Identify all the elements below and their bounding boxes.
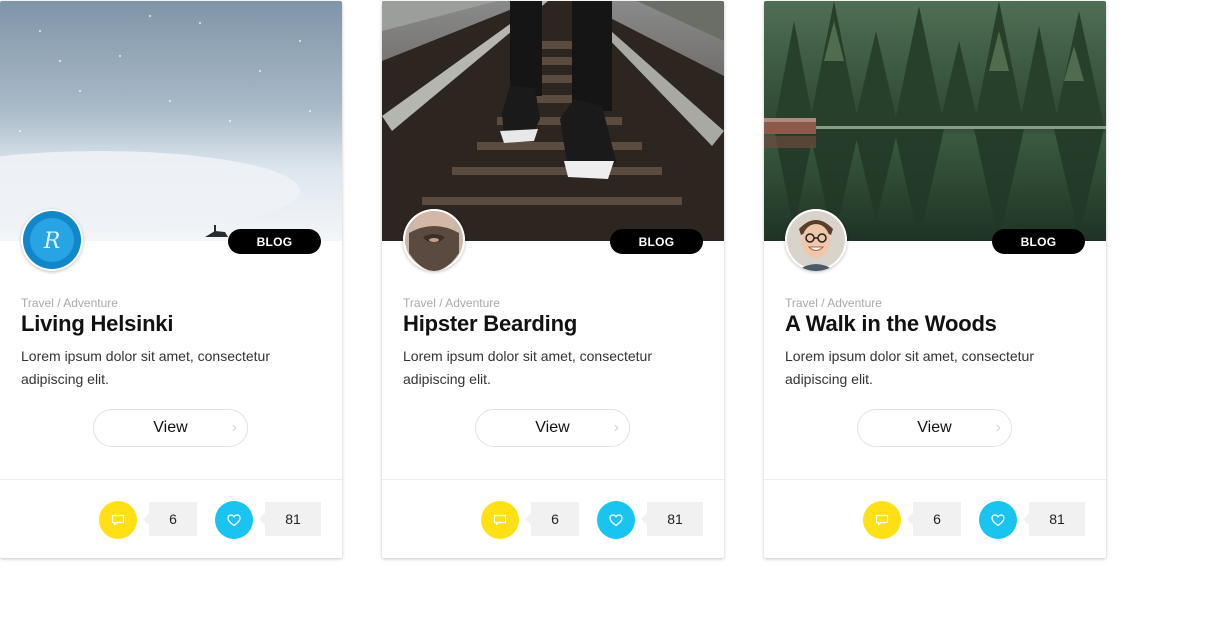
chevron-right-icon: › bbox=[995, 419, 1001, 436]
speech-bubble-icon bbox=[875, 514, 889, 526]
avatar[interactable] bbox=[785, 209, 847, 271]
comment-count: 6 bbox=[525, 502, 579, 536]
card-description: Lorem ipsum dolor sit amet, consectetur … bbox=[21, 348, 270, 387]
card-category[interactable]: Travel / Adventure bbox=[785, 296, 882, 310]
card-description: Lorem ipsum dolor sit amet, consectetur … bbox=[785, 348, 1034, 387]
comment-button[interactable] bbox=[99, 501, 137, 539]
view-button[interactable]: View › bbox=[475, 409, 630, 447]
divider bbox=[382, 479, 724, 480]
view-button[interactable]: View › bbox=[857, 409, 1012, 447]
view-button-label: View bbox=[535, 419, 570, 436]
blog-tag[interactable]: BLOG bbox=[228, 229, 321, 254]
like-count: 81 bbox=[1023, 502, 1085, 536]
card-category[interactable]: Travel / Adventure bbox=[403, 296, 500, 310]
avatar[interactable] bbox=[403, 209, 465, 271]
card-title[interactable]: Hipster Bearding bbox=[403, 311, 577, 337]
chevron-right-icon: › bbox=[613, 419, 619, 436]
speech-bubble-icon bbox=[111, 514, 125, 526]
avatar[interactable]: R bbox=[21, 209, 83, 271]
like-count: 81 bbox=[259, 502, 321, 536]
comment-count: 6 bbox=[907, 502, 961, 536]
blog-card: BLOG Travel / Adventure A Walk in the Wo… bbox=[764, 1, 1106, 558]
comment-count: 6 bbox=[143, 502, 197, 536]
like-button[interactable] bbox=[215, 501, 253, 539]
comment-button[interactable] bbox=[481, 501, 519, 539]
blog-card: BLOG Travel / Adventure Hipster Bearding… bbox=[382, 1, 724, 558]
like-button[interactable] bbox=[597, 501, 635, 539]
card-category[interactable]: Travel / Adventure bbox=[21, 296, 118, 310]
heart-icon bbox=[609, 514, 623, 527]
speech-bubble-icon bbox=[493, 514, 507, 526]
card-photo-snowy-sky bbox=[0, 1, 342, 241]
divider bbox=[764, 479, 1106, 480]
card-description: Lorem ipsum dolor sit amet, consectetur … bbox=[403, 348, 652, 387]
blog-tag[interactable]: BLOG bbox=[992, 229, 1085, 254]
card-photo-forest-lake bbox=[764, 1, 1106, 241]
blog-tag[interactable]: BLOG bbox=[610, 229, 703, 254]
view-button-label: View bbox=[917, 419, 952, 436]
comment-button[interactable] bbox=[863, 501, 901, 539]
blog-card: R BLOG Travel / Adventure Living Helsink… bbox=[0, 1, 342, 558]
card-title[interactable]: Living Helsinki bbox=[21, 311, 173, 337]
svg-text:R: R bbox=[43, 229, 61, 254]
heart-icon bbox=[991, 514, 1005, 527]
like-button[interactable] bbox=[979, 501, 1017, 539]
like-count: 81 bbox=[641, 502, 703, 536]
heart-icon bbox=[227, 514, 241, 527]
divider bbox=[0, 479, 342, 480]
chevron-right-icon: › bbox=[231, 419, 237, 436]
view-button-label: View bbox=[153, 419, 188, 436]
view-button[interactable]: View › bbox=[93, 409, 248, 447]
card-photo-railway-sneakers bbox=[382, 1, 724, 241]
card-title[interactable]: A Walk in the Woods bbox=[785, 311, 997, 337]
